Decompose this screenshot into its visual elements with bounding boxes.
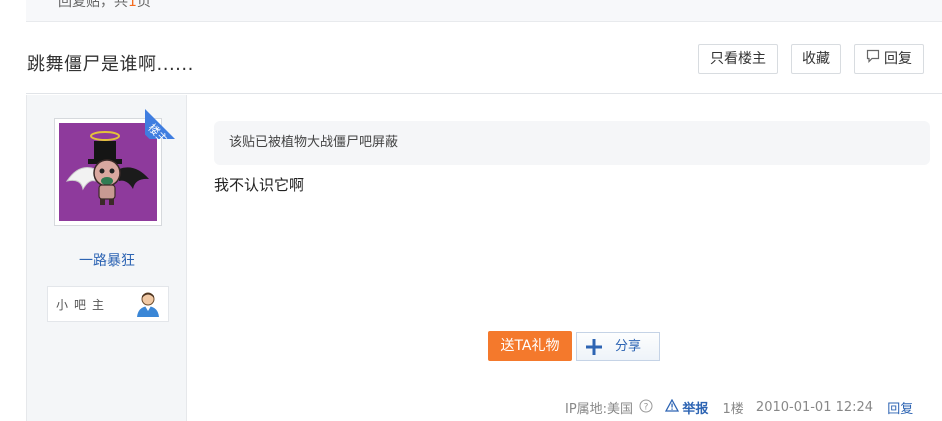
- op-badge-label: 楼主: [145, 103, 189, 139]
- op-corner-badge: 楼主: [145, 95, 189, 139]
- avatar: [59, 123, 157, 221]
- thread-title: 跳舞僵尸是谁啊......: [27, 54, 194, 75]
- question-circle-icon[interactable]: ?: [639, 399, 653, 417]
- post-body-text: 我不认识它啊: [214, 176, 305, 194]
- role-label: 小吧主: [56, 298, 111, 312]
- post-floor-1: 一路暴狂 小吧主 楼主 该贴已被植物大战僵尸吧屏蔽 我不认识它啊 送TA礼物 分…: [26, 95, 942, 421]
- ip-location: IP属地:美国: [565, 402, 634, 417]
- report-label: 举报: [682, 402, 709, 417]
- previous-section-strip: 回复贴，共1页: [26, 0, 942, 22]
- send-gift-button[interactable]: 送TA礼物: [488, 331, 572, 361]
- shield-notice: 该贴已被植物大战僵尸吧屏蔽: [214, 121, 930, 165]
- post-reply-link[interactable]: 回复: [887, 398, 913, 417]
- reply-button-label: 回复: [884, 51, 912, 67]
- role-badge: 小吧主: [47, 286, 169, 322]
- page-count-text: 回复贴，共1页: [58, 0, 151, 10]
- comment-icon: [866, 45, 880, 73]
- post-content-column: 该贴已被植物大战僵尸吧屏蔽 我不认识它啊 送TA礼物 分享 IP属地:美国 ?: [188, 95, 942, 421]
- share-button[interactable]: 分享: [576, 332, 660, 361]
- report-button[interactable]: 举报: [665, 398, 708, 417]
- share-label: 分享: [615, 339, 642, 354]
- author-name[interactable]: 一路暴狂: [27, 250, 187, 270]
- author-column: 一路暴狂 小吧主 楼主: [27, 95, 189, 421]
- floor-number: 1楼: [722, 402, 744, 417]
- warning-icon: [665, 398, 680, 416]
- collect-button[interactable]: 收藏: [791, 44, 841, 74]
- post-time: 2010-01-01 12:24: [755, 400, 874, 415]
- thread-header: 跳舞僵尸是谁啊...... 只看楼主 收藏 回复: [26, 30, 942, 94]
- plus-icon: [585, 338, 603, 366]
- reply-button[interactable]: 回复: [854, 44, 924, 74]
- user-icon: [134, 290, 162, 322]
- svg-text:?: ?: [644, 402, 649, 412]
- post-meta-bar: IP属地:美国 ? 举报 1楼 2010-01-01 12:24 回复: [565, 398, 913, 417]
- only-op-button[interactable]: 只看楼主: [698, 44, 778, 74]
